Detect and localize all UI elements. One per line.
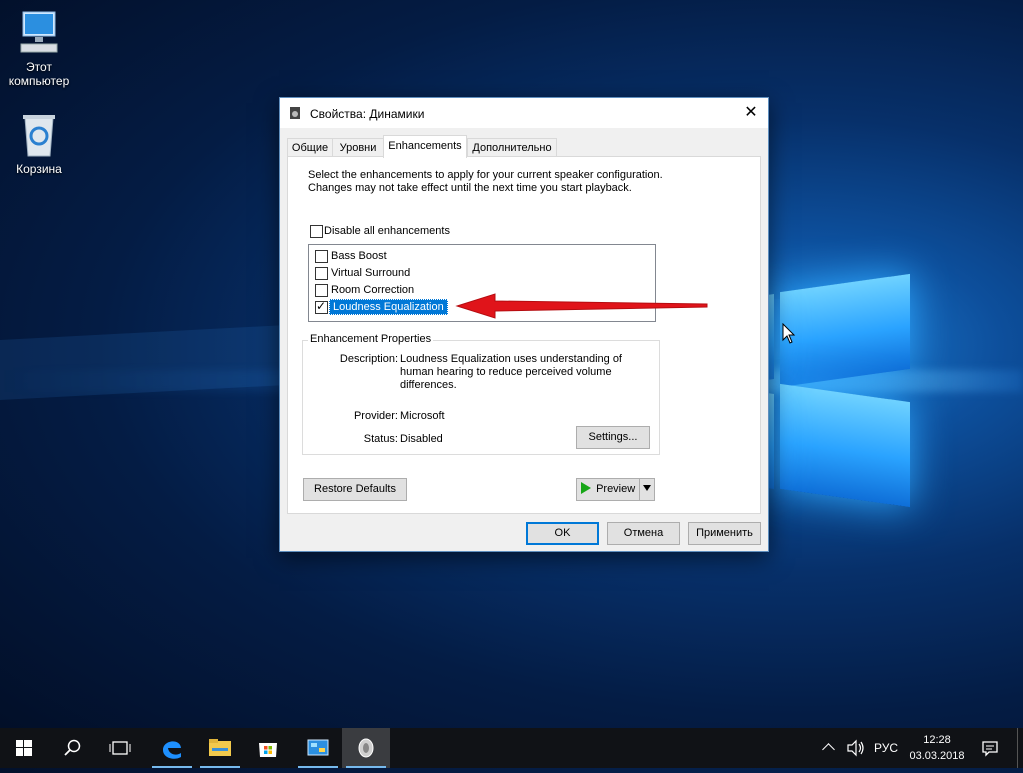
description-value: Loudness Equalization uses understanding…: [400, 353, 622, 391]
close-button[interactable]: ✕: [734, 98, 768, 128]
start-icon: [16, 740, 32, 756]
loudness-equalization-checkbox[interactable]: [315, 299, 328, 314]
preview-label: Preview: [596, 483, 636, 495]
speaker-properties-dialog: Свойства: Динамики ✕ Общие Уровни Enhanc…: [279, 97, 769, 552]
notification-icon: [982, 741, 998, 757]
tab-advanced[interactable]: Дополнительно: [467, 138, 557, 157]
close-icon: ✕: [744, 104, 758, 121]
chevron-up-icon: [822, 743, 835, 756]
intro-text: Select the enhancements to apply for you…: [308, 169, 663, 194]
taskbar: РУС 12:28 03.03.2018: [0, 728, 1023, 768]
show-desktop-button[interactable]: [1017, 728, 1023, 768]
settings-button[interactable]: Settings...: [576, 426, 650, 449]
virtual-surround-label[interactable]: Virtual Surround: [331, 266, 410, 280]
speaker-app-icon: [358, 738, 374, 758]
search-icon: [64, 739, 81, 756]
enhancements-panel: Select the enhancements to apply for you…: [287, 156, 761, 514]
control-panel-taskbar-button[interactable]: [294, 728, 342, 768]
room-correction-checkbox[interactable]: [315, 284, 328, 297]
room-correction-label[interactable]: Room Correction: [331, 283, 414, 297]
chevron-down-icon: [643, 485, 651, 491]
language-indicator[interactable]: РУС: [874, 741, 898, 755]
control-panel-icon: [307, 739, 329, 756]
enhancement-properties-title: Enhancement Properties: [308, 333, 434, 345]
restore-defaults-button[interactable]: Restore Defaults: [303, 478, 407, 501]
status-label: Status:: [363, 433, 398, 445]
tab-levels[interactable]: Уровни: [332, 138, 384, 157]
search-button[interactable]: [48, 728, 96, 768]
desktop-icon-this-pc[interactable]: Этот компьютер: [1, 10, 77, 88]
tab-enhancements[interactable]: Enhancements: [383, 135, 467, 158]
desktop-icon-recycle-bin[interactable]: Корзина: [1, 112, 77, 176]
disable-all-label[interactable]: Disable all enhancements: [324, 224, 450, 238]
desktop-icon-label: Корзина: [16, 162, 62, 176]
clock-date: 03.03.2018: [909, 750, 965, 762]
mouse-cursor-icon: [782, 322, 796, 345]
dialog-title: Свойства: Динамики: [310, 107, 425, 121]
virtual-surround-checkbox[interactable]: [315, 267, 328, 280]
apply-button[interactable]: Применить: [688, 522, 761, 545]
speaker-icon: [289, 106, 301, 120]
volume-button[interactable]: [846, 739, 866, 760]
clock-time: 12:28: [923, 734, 951, 746]
edge-taskbar-button[interactable]: [148, 728, 196, 768]
description-label: Description:: [339, 353, 398, 365]
task-view-button[interactable]: [96, 728, 144, 768]
computer-icon: [17, 10, 61, 56]
disable-all-checkbox[interactable]: [310, 225, 323, 238]
status-value: Disabled: [400, 433, 443, 445]
red-arrow-icon: [455, 291, 710, 321]
store-icon: [259, 743, 277, 757]
play-icon: [581, 482, 591, 494]
file-explorer-taskbar-button[interactable]: [196, 728, 244, 768]
bass-boost-checkbox[interactable]: [315, 250, 328, 263]
speaker-app-taskbar-button[interactable]: [342, 728, 390, 768]
windows-logo-wallpaper: [760, 265, 920, 515]
provider-label: Provider:: [353, 410, 398, 422]
file-explorer-icon: [209, 739, 231, 756]
clock[interactable]: 12:28 03.03.2018: [906, 732, 968, 764]
start-button[interactable]: [0, 728, 48, 768]
loudness-equalization-label[interactable]: Loudness Equalization: [329, 299, 448, 315]
bass-boost-label[interactable]: Bass Boost: [331, 249, 387, 263]
ok-button[interactable]: OK: [526, 522, 599, 545]
desktop-icon-label: Этот: [26, 60, 52, 74]
dialog-titlebar[interactable]: Свойства: Динамики ✕: [280, 98, 768, 128]
provider-value: Microsoft: [400, 410, 445, 422]
cancel-button[interactable]: Отмена: [607, 522, 680, 545]
task-view-icon: [109, 741, 131, 755]
recycle-bin-icon: [19, 112, 59, 158]
preview-dropdown-button[interactable]: [639, 478, 655, 501]
edge-icon: [163, 741, 181, 759]
desktop-icon-label: компьютер: [8, 74, 70, 88]
preview-button[interactable]: Preview: [576, 478, 640, 501]
show-hidden-icons-button[interactable]: [822, 740, 835, 757]
volume-icon: [847, 739, 864, 757]
tab-general[interactable]: Общие: [287, 138, 333, 157]
action-center-button[interactable]: [980, 738, 1000, 761]
store-taskbar-button[interactable]: [244, 728, 292, 768]
